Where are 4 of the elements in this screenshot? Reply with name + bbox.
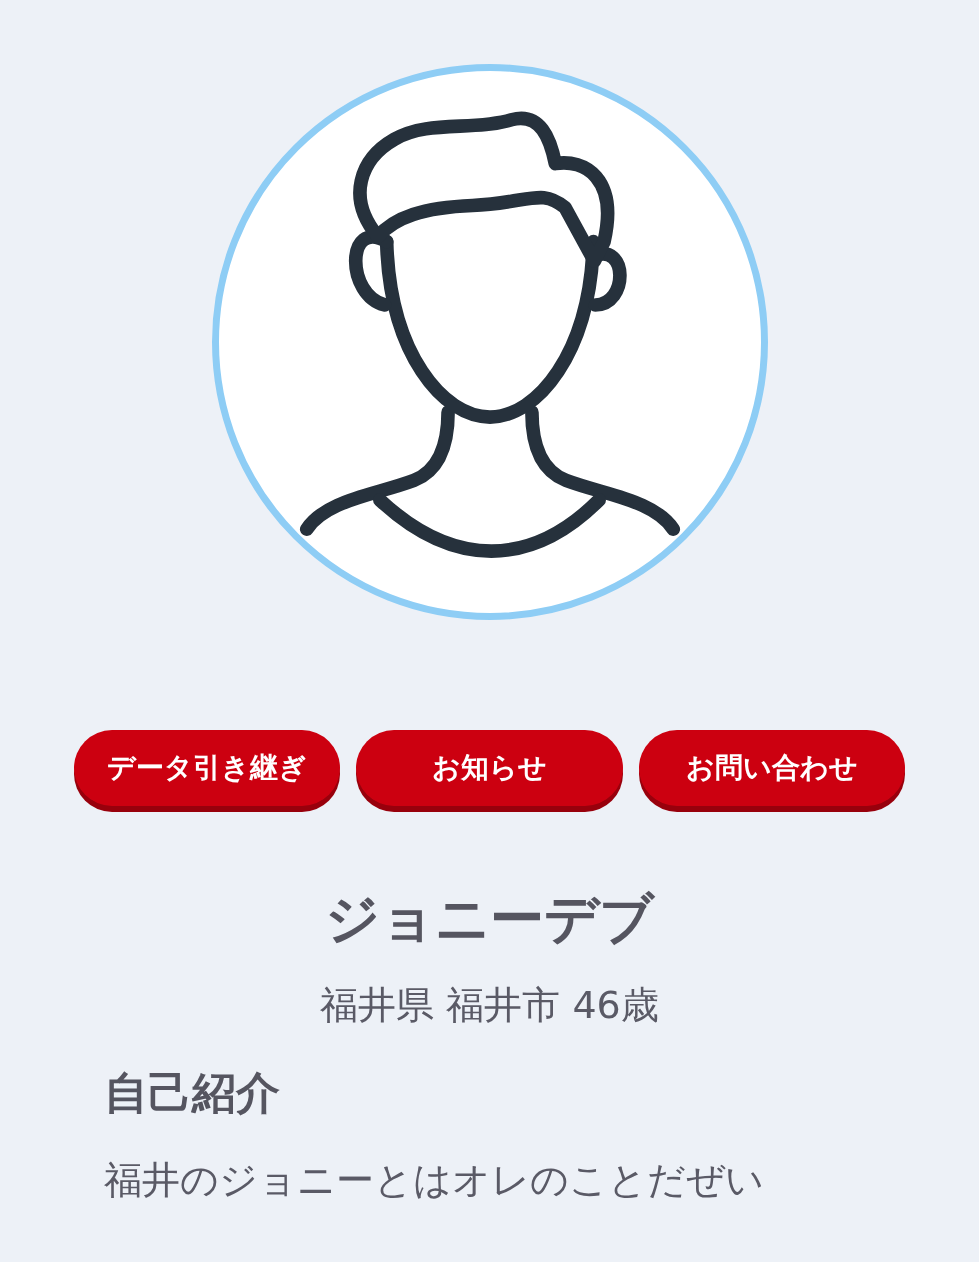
profile-location: 福井県 福井市 46歳 xyxy=(320,982,659,1029)
profile-name: ジョニーデブ xyxy=(325,886,654,952)
intro-text: 福井のジョニーとはオレのことだぜい xyxy=(104,1158,764,1202)
section-heading: 自己紹介 xyxy=(104,1067,280,1118)
